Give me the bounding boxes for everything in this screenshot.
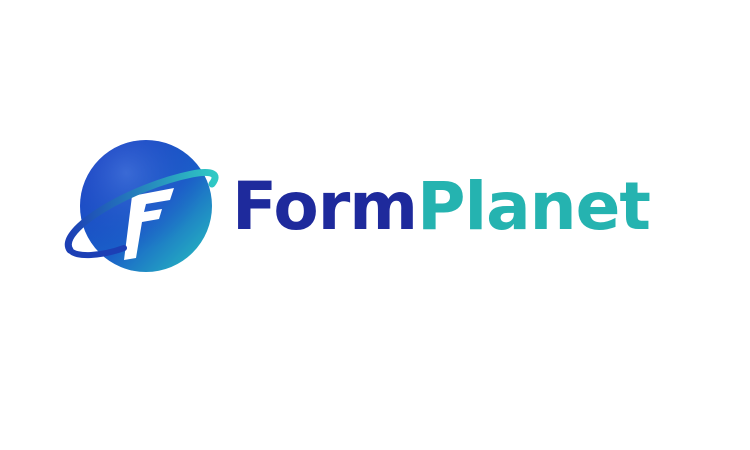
globe-with-orbit-icon [64, 140, 219, 272]
brand-wordmark: Form Planet [232, 164, 651, 250]
brand-name-planet: Planet [417, 168, 651, 245]
logo-canvas: Form Planet [0, 0, 750, 450]
brand-name-form: Form [232, 168, 418, 245]
